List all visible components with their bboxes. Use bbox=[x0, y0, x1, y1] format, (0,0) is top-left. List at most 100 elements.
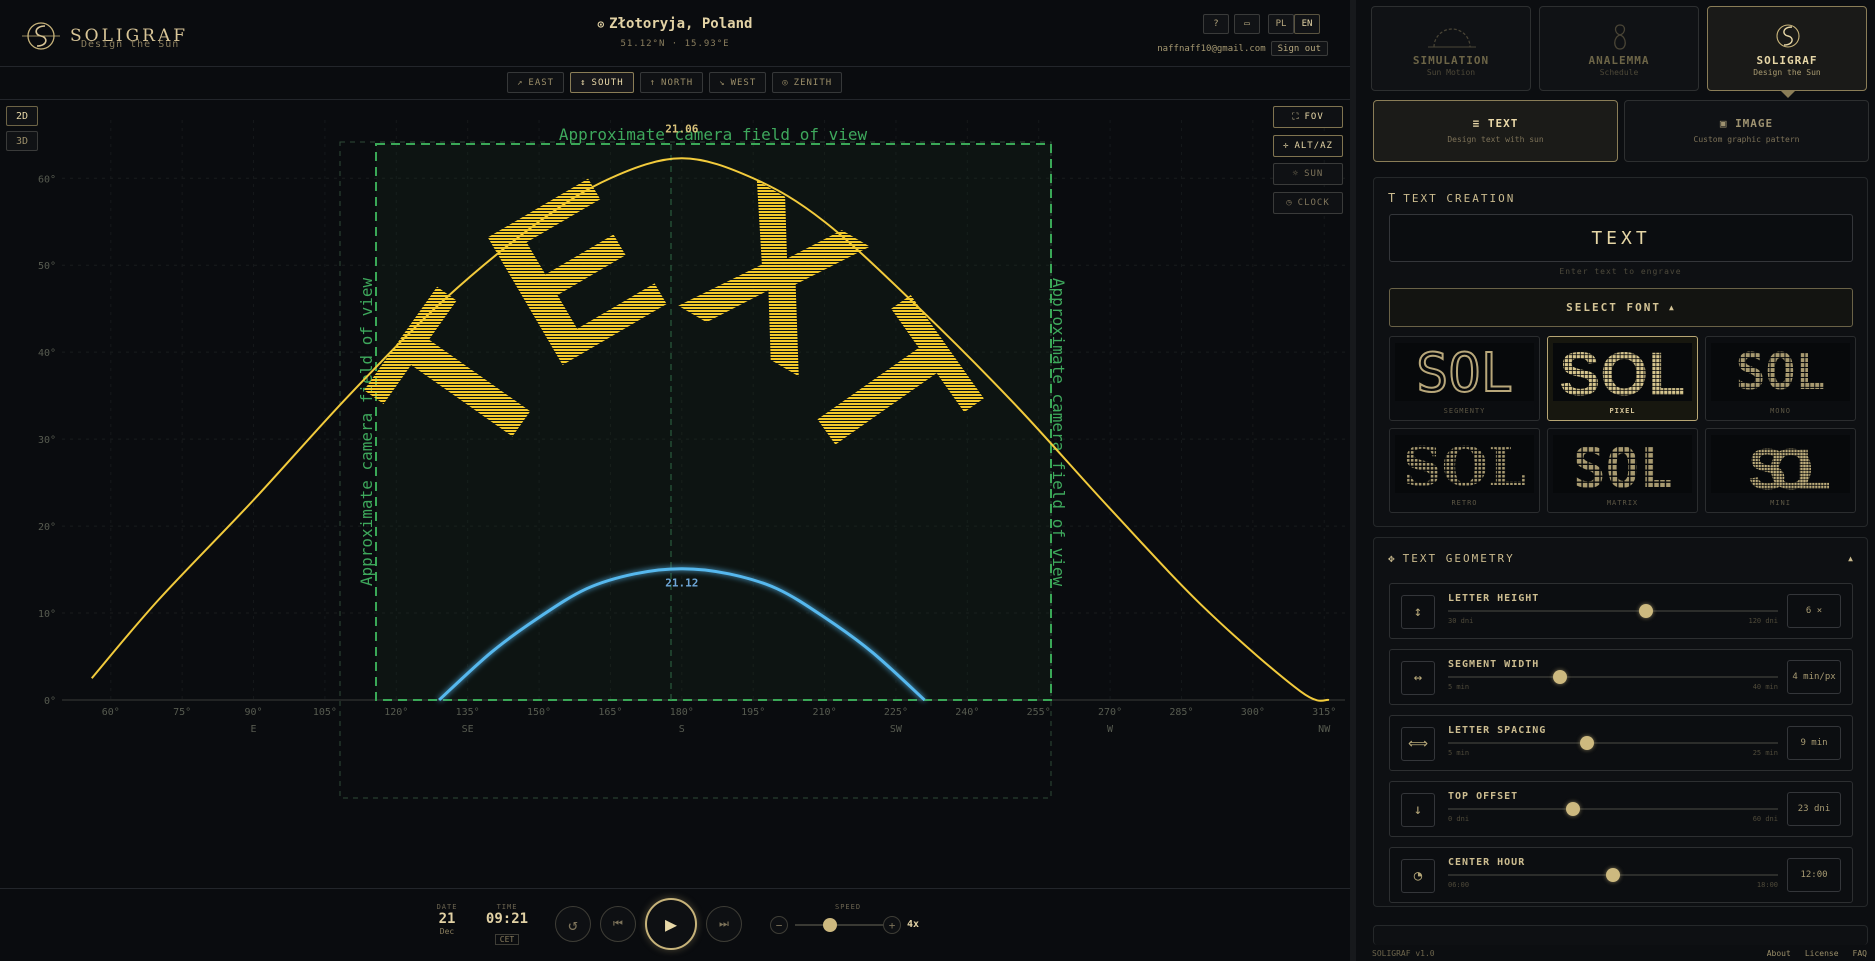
x-tick-label: 300° bbox=[1241, 707, 1265, 718]
x-tick-label: 180° bbox=[670, 707, 694, 718]
time-display[interactable]: TIME 09:21 CET bbox=[484, 903, 530, 946]
sign-out-button[interactable]: Sign out bbox=[1270, 41, 1328, 56]
font-mono[interactable]: SOL MONO bbox=[1705, 336, 1856, 421]
slider-knob[interactable] bbox=[1606, 868, 1620, 882]
font-preview-text: SOL bbox=[1748, 438, 1829, 493]
mode-subtitle: Schedule bbox=[1599, 68, 1639, 77]
x-tick-label: 150° bbox=[527, 707, 551, 718]
time-value: 09:21 bbox=[485, 911, 529, 927]
letter-spacing-row: ⟺ LETTER SPACING 5 min 25 min 9 min bbox=[1389, 715, 1853, 771]
tab-image[interactable]: ▣ IMAGE Custom graphic pattern bbox=[1624, 100, 1869, 162]
mode-tabs: SIMULATION Sun Motion ANALEMMA Schedule … bbox=[1371, 6, 1867, 98]
skip-forward-button[interactable]: ⏭ bbox=[706, 906, 742, 942]
reset-button[interactable]: ↺ bbox=[555, 906, 591, 942]
dir-south-button[interactable]: ↕ SOUTH bbox=[570, 72, 634, 93]
speed-slider[interactable] bbox=[795, 918, 895, 932]
license-link[interactable]: License bbox=[1805, 949, 1839, 958]
play-button[interactable]: ▶ bbox=[645, 898, 697, 950]
letter-height-slider[interactable] bbox=[1448, 610, 1778, 612]
next-panel-edge bbox=[1373, 925, 1868, 945]
reset-icon: ↺ bbox=[568, 914, 578, 934]
clock-icon: ◔ bbox=[1401, 859, 1435, 893]
mode-title: SIMULATION bbox=[1412, 54, 1490, 67]
x-tick-label: 285° bbox=[1169, 707, 1193, 718]
collapse-icon[interactable]: ▲ bbox=[1848, 554, 1853, 563]
font-label: RETRO bbox=[1451, 499, 1478, 507]
dir-label: WEST bbox=[730, 77, 757, 88]
fov-toggle[interactable]: ⛶ FOV bbox=[1273, 106, 1343, 128]
tab-subtitle: Custom graphic pattern bbox=[1693, 135, 1800, 144]
mode-subtitle: Sun Motion bbox=[1426, 68, 1476, 77]
brand-tagline: Design the Sun bbox=[81, 39, 180, 50]
folder-button[interactable]: ▭ bbox=[1234, 14, 1260, 34]
sun-toggle[interactable]: ☼ SUN bbox=[1273, 163, 1343, 185]
arrow-se-icon: ↘ bbox=[719, 77, 726, 88]
clock-toggle[interactable]: ◷ CLOCK bbox=[1273, 192, 1343, 214]
skip-back-button[interactable]: ⏮ bbox=[600, 906, 636, 942]
font-preview-text: SOL bbox=[1559, 343, 1686, 401]
row-value[interactable]: 9 min bbox=[1787, 726, 1841, 760]
mode-title: SOLIGRAF bbox=[1756, 54, 1818, 67]
slider-knob[interactable] bbox=[1639, 604, 1653, 618]
row-value[interactable]: 23 dni bbox=[1787, 792, 1841, 826]
skip-back-icon: ⏮ bbox=[613, 917, 623, 930]
lang-pl-button[interactable]: PL bbox=[1268, 14, 1294, 34]
dir-east-button[interactable]: ↗ EAST bbox=[507, 72, 565, 93]
font-mini[interactable]: SOL MINI bbox=[1705, 428, 1856, 513]
dir-west-button[interactable]: ↘ WEST bbox=[709, 72, 767, 93]
altaz-toggle[interactable]: ✛ ALT/AZ bbox=[1273, 135, 1343, 157]
speed-plus-button[interactable]: + bbox=[883, 916, 901, 934]
lang-en-button[interactable]: EN bbox=[1294, 14, 1320, 34]
font-matrix[interactable]: SOL MATRIX bbox=[1547, 428, 1698, 513]
brand[interactable]: SOLIGRAF Design the Sun bbox=[20, 16, 188, 56]
dir-north-button[interactable]: ↑ NORTH bbox=[639, 72, 704, 93]
about-link[interactable]: About bbox=[1767, 949, 1791, 958]
design-type-tabs: ≡ TEXT Design text with sun ▣ IMAGE Cust… bbox=[1373, 100, 1869, 162]
slider-knob[interactable] bbox=[1579, 736, 1594, 750]
y-tick-label: 10° bbox=[38, 609, 56, 620]
top-offset-slider[interactable] bbox=[1448, 808, 1778, 810]
dir-label: SOUTH bbox=[591, 77, 624, 88]
font-preview: SOL bbox=[1553, 340, 1692, 409]
top-offset-row: ↓ TOP OFFSET 0 dni 60 dni 23 dni bbox=[1389, 781, 1853, 837]
lines-icon: ≡ bbox=[1472, 117, 1481, 130]
text-input[interactable]: TEXT bbox=[1389, 214, 1853, 262]
location[interactable]: ⊙ Złotoryja, Poland 51.12°N · 15.93°E bbox=[560, 16, 790, 49]
tab-text[interactable]: ≡ TEXT Design text with sun bbox=[1373, 100, 1618, 162]
horizontal-arrows-icon: ↔ bbox=[1401, 661, 1435, 695]
playback-bar: DATE 21 Dec TIME 09:21 CET ↺ ⏮ ▶ ⏭ SPEED… bbox=[0, 888, 1350, 961]
speed-slider-knob[interactable] bbox=[823, 918, 837, 932]
row-max: 40 min bbox=[1752, 683, 1778, 691]
row-max: 120 dni bbox=[1748, 617, 1778, 625]
row-value[interactable]: 4 min/px bbox=[1787, 660, 1841, 694]
mode-soligraf[interactable]: SOLIGRAF Design the Sun bbox=[1707, 6, 1867, 98]
faq-link[interactable]: FAQ bbox=[1853, 949, 1867, 958]
segment-width-slider[interactable] bbox=[1448, 676, 1778, 678]
mode-simulation[interactable]: SIMULATION Sun Motion bbox=[1371, 6, 1531, 91]
row-value[interactable]: 6 × bbox=[1787, 594, 1841, 628]
sun-path-chart[interactable]: 0° 10° 20° 30° 40° 50° 60° 60° 75° 90° 105° 120° 135… bbox=[0, 100, 1350, 840]
mode-analemma[interactable]: ANALEMMA Schedule bbox=[1539, 6, 1699, 91]
slider-knob[interactable] bbox=[1553, 670, 1568, 684]
row-value[interactable]: 12:00 bbox=[1787, 858, 1841, 892]
x-tick-label: 75° bbox=[173, 707, 191, 718]
panel-title[interactable]: ✥ TEXT GEOMETRY bbox=[1388, 552, 1515, 565]
font-pixel[interactable]: SOL PIXEL bbox=[1547, 336, 1698, 421]
help-button[interactable]: ? bbox=[1203, 14, 1229, 34]
letter-spacing-slider[interactable] bbox=[1448, 742, 1778, 744]
font-preview: SOL bbox=[1395, 340, 1534, 405]
font-segmenty[interactable]: SOL SEGMENTY bbox=[1389, 336, 1540, 421]
text-creation-panel: T TEXT CREATION TEXT Enter text to engrav… bbox=[1373, 177, 1868, 527]
minus-icon: − bbox=[775, 918, 783, 932]
font-label: PIXEL bbox=[1609, 407, 1636, 415]
slider-knob[interactable] bbox=[1566, 802, 1581, 816]
speed-minus-button[interactable]: − bbox=[770, 916, 788, 934]
sun-icon: ☼ bbox=[1292, 169, 1300, 179]
dir-zenith-button[interactable]: ◎ ZENITH bbox=[772, 72, 843, 93]
peak-date-label: 21.12 bbox=[665, 577, 698, 590]
date-display[interactable]: DATE 21 Dec bbox=[433, 903, 461, 936]
dir-label: ZENITH bbox=[793, 77, 833, 88]
time-key: TIME bbox=[496, 903, 518, 911]
font-retro[interactable]: SOL RETRO bbox=[1389, 428, 1540, 513]
select-font-button[interactable]: SELECT FONT ▲ bbox=[1389, 288, 1853, 327]
